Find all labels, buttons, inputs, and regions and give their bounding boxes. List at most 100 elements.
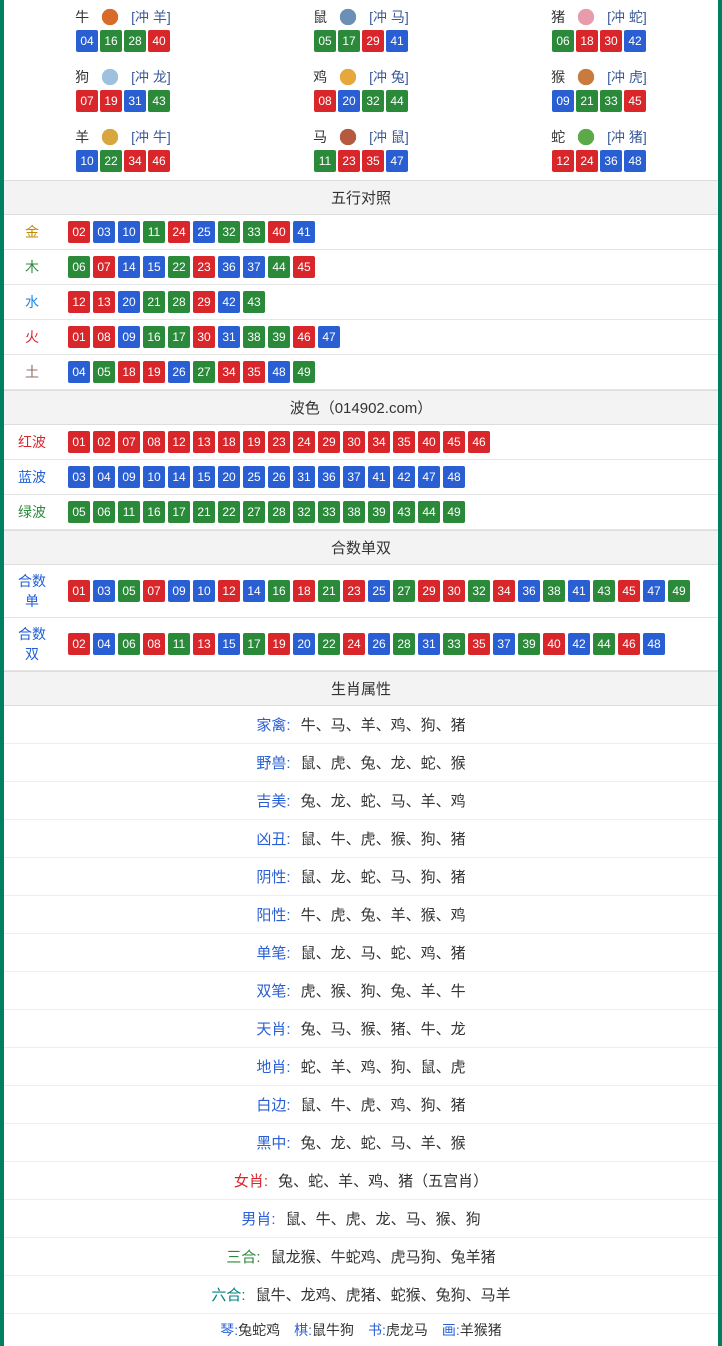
separator — [428, 1322, 442, 1338]
attribute-label: 天肖: — [256, 1021, 290, 1038]
number-ball: 09 — [552, 90, 574, 112]
number-ball: 30 — [600, 30, 622, 52]
wuxing-balls: 06071415222336374445 — [60, 250, 718, 285]
zodiac-conflict: [冲 虎] — [607, 67, 647, 87]
zodiac-name: 鸡 — [313, 67, 327, 87]
zodiac-top: 狗[冲 龙] — [4, 66, 242, 88]
number-ball: 31 — [218, 326, 240, 348]
four-value: 虎龙马 — [386, 1322, 428, 1338]
bose-label: 蓝波 — [4, 460, 60, 495]
number-ball: 43 — [148, 90, 170, 112]
number-ball: 36 — [518, 580, 540, 602]
number-ball: 42 — [393, 466, 415, 488]
table-row: 合数双0204060811131517192022242628313335373… — [4, 618, 718, 671]
number-ball: 03 — [68, 466, 90, 488]
number-ball: 24 — [343, 633, 365, 655]
number-ball: 26 — [268, 466, 290, 488]
number-ball: 32 — [293, 501, 315, 523]
number-ball: 02 — [68, 633, 90, 655]
number-ball: 42 — [218, 291, 240, 313]
number-ball: 10 — [118, 221, 140, 243]
attribute-row: 地肖: 蛇、羊、鸡、狗、鼠、虎 — [4, 1048, 718, 1086]
attribute-label: 地肖: — [256, 1059, 290, 1076]
zodiac-cell: 狗[冲 龙]07193143 — [4, 60, 242, 120]
number-ball: 23 — [193, 256, 215, 278]
number-ball: 16 — [100, 30, 122, 52]
number-ball: 28 — [268, 501, 290, 523]
attribute-value: 鼠、龙、马、蛇、鸡、猪 — [297, 945, 466, 962]
number-ball: 20 — [338, 90, 360, 112]
number-ball: 06 — [552, 30, 574, 52]
attribute-value: 鼠、虎、兔、龙、蛇、猴 — [297, 755, 466, 772]
wuxing-label: 火 — [4, 320, 60, 355]
number-ball: 21 — [576, 90, 598, 112]
number-ball: 08 — [93, 326, 115, 348]
separator — [354, 1322, 368, 1338]
attribute-value: 牛、虎、兔、羊、猴、鸡 — [297, 907, 466, 924]
number-ball: 04 — [68, 361, 90, 383]
wuxing-balls: 02031011242532334041 — [60, 215, 718, 250]
number-ball: 43 — [393, 501, 415, 523]
number-ball: 17 — [338, 30, 360, 52]
number-ball: 10 — [193, 580, 215, 602]
number-ball: 39 — [518, 633, 540, 655]
attribute-label: 黑中: — [256, 1135, 290, 1152]
number-ball: 10 — [143, 466, 165, 488]
table-row: 水1213202128294243 — [4, 285, 718, 320]
number-ball: 38 — [243, 326, 265, 348]
number-ball: 19 — [243, 431, 265, 453]
number-ball: 38 — [343, 501, 365, 523]
number-ball: 31 — [124, 90, 146, 112]
number-ball: 45 — [293, 256, 315, 278]
number-ball: 35 — [362, 150, 384, 172]
number-ball: 11 — [118, 501, 140, 523]
number-ball: 44 — [386, 90, 408, 112]
number-ball: 20 — [293, 633, 315, 655]
attribute-row: 阳性: 牛、虎、兔、羊、猴、鸡 — [4, 896, 718, 934]
zodiac-balls: 06183042 — [480, 30, 718, 52]
attribute-row: 双笔: 虎、猴、狗、兔、羊、牛 — [4, 972, 718, 1010]
number-ball: 09 — [118, 326, 140, 348]
wuxing-balls: 04051819262734354849 — [60, 355, 718, 390]
number-ball: 37 — [493, 633, 515, 655]
snake-icon — [569, 126, 603, 148]
attribute-row: 男肖: 鼠、牛、虎、龙、马、猴、狗 — [4, 1200, 718, 1238]
number-ball: 02 — [93, 431, 115, 453]
number-ball: 35 — [393, 431, 415, 453]
number-ball: 30 — [343, 431, 365, 453]
pig-icon — [569, 6, 603, 28]
number-ball: 49 — [293, 361, 315, 383]
attribute-label: 野兽: — [256, 755, 290, 772]
zodiac-top: 羊[冲 牛] — [4, 126, 242, 148]
number-ball: 44 — [418, 501, 440, 523]
wuxing-label: 金 — [4, 215, 60, 250]
number-ball: 46 — [618, 633, 640, 655]
attribute-row: 吉美: 兔、龙、蛇、马、羊、鸡 — [4, 782, 718, 820]
number-ball: 47 — [386, 150, 408, 172]
number-ball: 32 — [362, 90, 384, 112]
number-ball: 01 — [68, 580, 90, 602]
goat-icon — [93, 126, 127, 148]
number-ball: 12 — [552, 150, 574, 172]
number-ball: 16 — [143, 326, 165, 348]
zodiac-name: 蛇 — [551, 127, 565, 147]
number-ball: 22 — [318, 633, 340, 655]
number-ball: 45 — [443, 431, 465, 453]
zodiac-name: 猴 — [551, 67, 565, 87]
number-ball: 20 — [218, 466, 240, 488]
number-ball: 06 — [93, 501, 115, 523]
number-ball: 20 — [118, 291, 140, 313]
table-row: 火0108091617303138394647 — [4, 320, 718, 355]
attribute-value: 鼠、牛、虎、龙、马、猴、狗 — [282, 1211, 481, 1228]
number-ball: 45 — [618, 580, 640, 602]
attribute-row: 凶丑: 鼠、牛、虎、猴、狗、猪 — [4, 820, 718, 858]
number-ball: 14 — [118, 256, 140, 278]
number-ball: 45 — [624, 90, 646, 112]
number-ball: 03 — [93, 221, 115, 243]
number-ball: 06 — [68, 256, 90, 278]
zodiac-top: 马[冲 鼠] — [242, 126, 480, 148]
number-ball: 21 — [143, 291, 165, 313]
attribute-label: 家禽: — [256, 717, 290, 734]
zodiac-cell: 鸡[冲 兔]08203244 — [242, 60, 480, 120]
number-ball: 40 — [543, 633, 565, 655]
